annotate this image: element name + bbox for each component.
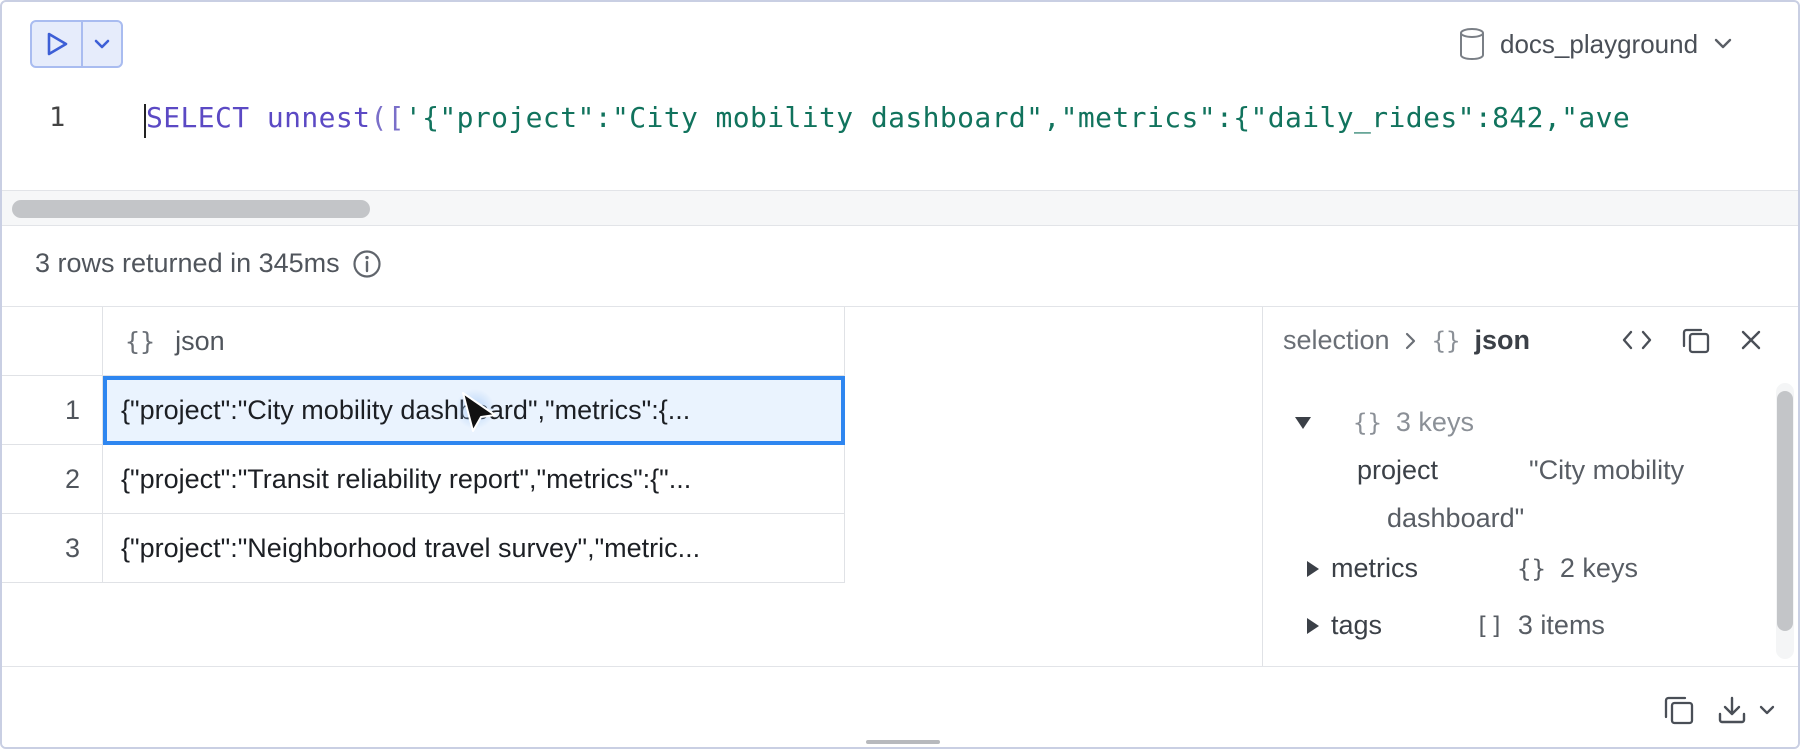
sql-function: unnest [266, 101, 371, 134]
database-selector[interactable]: docs_playground [1458, 24, 1734, 64]
footer-toolbar [1662, 693, 1776, 727]
horizontal-scrollbar[interactable] [2, 190, 1798, 226]
tree-key: metrics [1331, 553, 1418, 583]
mouse-pointer-icon [457, 389, 496, 432]
close-icon[interactable] [1739, 328, 1763, 352]
download-button[interactable] [1716, 694, 1776, 726]
play-icon [47, 32, 67, 56]
sql-editor[interactable]: 1 SELECT unnest(['{"project":"City mobil… [2, 90, 1798, 190]
table-cell[interactable]: {"project":"Neighborhood travel survey",… [103, 514, 845, 583]
caret-right-icon [1307, 617, 1319, 634]
info-icon[interactable] [352, 249, 382, 279]
status-text: 3 rows returned in 345ms [35, 248, 340, 278]
breadcrumb-selection[interactable]: selection [1283, 325, 1390, 356]
json-type-icon: {} [125, 326, 156, 356]
query-editor-window: docs_playground 1 SELECT unnest(['{"proj… [0, 0, 1800, 749]
database-name: docs_playground [1500, 28, 1699, 59]
table-cell[interactable]: {"project":"Transit reliability report",… [103, 445, 845, 514]
run-button[interactable] [32, 22, 83, 66]
copy-icon[interactable] [1681, 325, 1711, 355]
sql-punctuation: ([ [370, 101, 405, 134]
resize-handle[interactable] [866, 740, 940, 744]
row-number: 3 [2, 514, 103, 583]
scrollbar-thumb[interactable] [12, 200, 370, 218]
object-icon: {} [1517, 554, 1546, 583]
scrollbar-thumb[interactable] [1777, 391, 1793, 631]
chevron-down-icon [1714, 38, 1732, 49]
tree-entry-tags[interactable]: tags [] 3 items [1293, 610, 1605, 641]
root-summary: 3 keys [1395, 407, 1474, 437]
json-inspector-panel: selection {} json {} 3 keys project "Cit… [1262, 307, 1798, 667]
run-options-dropdown[interactable] [83, 22, 121, 66]
object-icon: {} [1353, 408, 1382, 437]
sql-keyword: SELECT [146, 101, 250, 134]
tree-key: project [1357, 455, 1439, 485]
json-type-icon: {} [1431, 326, 1461, 355]
sql-string: '{"project":"City mobility dashboard","m… [404, 101, 1631, 134]
chevron-down-icon [1759, 705, 1775, 715]
vertical-scrollbar[interactable] [1776, 383, 1794, 659]
tree-value: "City mobility [1529, 455, 1685, 485]
download-icon [1718, 696, 1746, 724]
code-view-icon[interactable] [1621, 329, 1653, 351]
table-corner [2, 307, 103, 376]
line-number: 1 [49, 102, 66, 133]
result-status: 3 rows returned in 345ms [35, 248, 382, 279]
tree-key: tags [1331, 610, 1383, 640]
run-button-group [30, 20, 123, 68]
tree-summary: 3 items [1517, 610, 1605, 640]
tree-value-continuation: dashboard" [1387, 503, 1524, 534]
tree-entry-project[interactable]: project "City mobility [1357, 455, 1684, 486]
tree-summary: 2 keys [1559, 553, 1638, 583]
tree-value: dashboard" [1387, 503, 1525, 533]
caret-down-icon [1295, 416, 1311, 429]
tree-root-node[interactable]: {} 3 keys [1293, 407, 1474, 438]
row-number: 1 [2, 376, 103, 445]
column-header-json[interactable]: {} json [103, 307, 845, 376]
chevron-right-icon [1405, 332, 1415, 349]
panel-toolbar [1621, 325, 1763, 355]
copy-icon[interactable] [1662, 693, 1696, 727]
sql-code-line: SELECT unnest(['{"project":"City mobilit… [146, 101, 1630, 134]
result-footer [2, 666, 1798, 747]
row-number: 2 [2, 445, 103, 514]
caret-right-icon [1307, 560, 1319, 577]
column-name: json [175, 325, 225, 356]
breadcrumb: selection {} json [1283, 325, 1530, 356]
chevron-down-icon [94, 39, 110, 49]
tree-entry-metrics[interactable]: metrics {} 2 keys [1293, 553, 1638, 584]
array-icon: [] [1475, 611, 1504, 640]
breadcrumb-current: json [1474, 325, 1530, 355]
database-icon [1460, 28, 1484, 61]
